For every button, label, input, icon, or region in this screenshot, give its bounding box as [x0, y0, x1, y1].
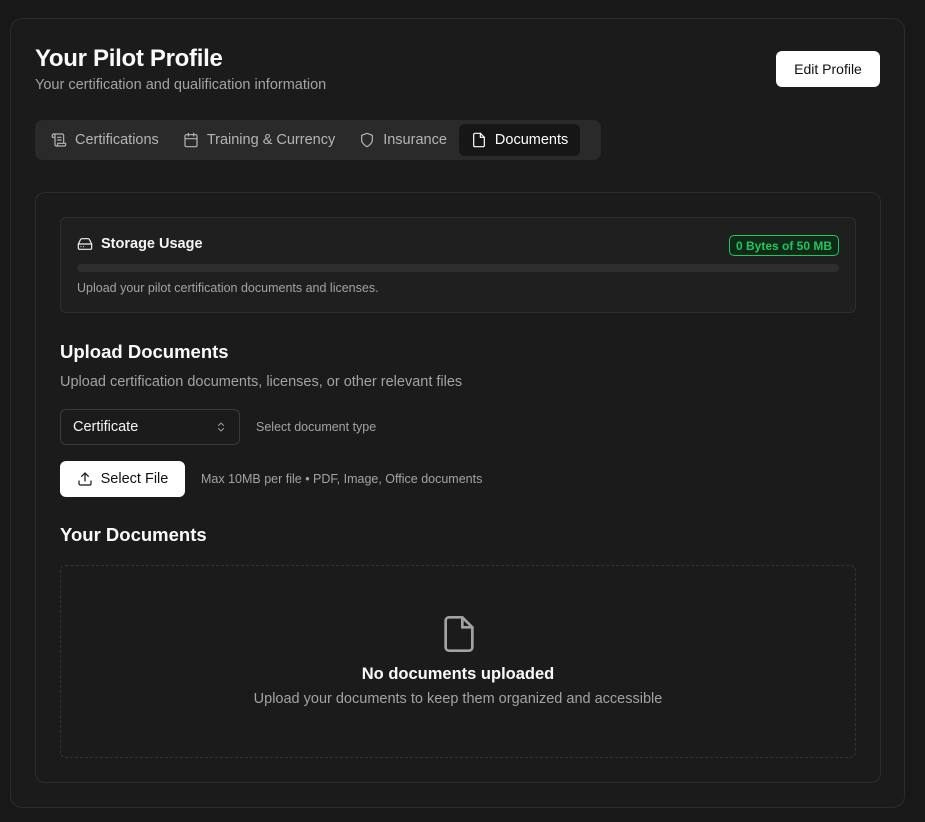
page-subtitle: Your certification and qualification inf…: [35, 77, 327, 93]
hard-drive-icon: [77, 238, 93, 250]
file-icon: [472, 132, 485, 148]
edit-profile-button[interactable]: Edit Profile: [776, 51, 880, 87]
storage-title-label: Storage Usage: [101, 236, 203, 252]
empty-file-icon: [439, 614, 479, 654]
documents-section-title: Your Documents: [60, 524, 207, 545]
calendar-icon: [184, 132, 198, 148]
tab-label: Documents: [494, 132, 569, 148]
upload-section-subtitle: Upload certification documents, licenses…: [60, 374, 463, 390]
scroll-icon: [51, 133, 67, 147]
upload-icon: [78, 472, 92, 486]
tab-documents[interactable]: Documents: [458, 124, 581, 156]
document-type-value: Certificate: [73, 419, 139, 435]
profile-tabs: Certifications Training & Currency Insur…: [35, 120, 601, 160]
document-type-select[interactable]: Certificate: [60, 409, 240, 445]
tab-label: Insurance: [383, 132, 447, 148]
storage-usage-card: Storage Usage 0 Bytes of 50 MB Upload yo…: [60, 217, 856, 313]
tab-certifications[interactable]: Certifications: [39, 124, 171, 156]
empty-state-title: No documents uploaded: [361, 665, 555, 683]
chevrons-up-down-icon: [218, 422, 224, 432]
empty-state-subtitle: Upload your documents to keep them organ…: [253, 691, 663, 707]
storage-progress-bar: [77, 264, 839, 272]
shield-icon: [361, 132, 374, 148]
upload-section-title: Upload Documents: [60, 341, 229, 362]
storage-title: Storage Usage: [77, 236, 203, 252]
document-type-hint: Select document type: [256, 420, 377, 434]
tab-insurance[interactable]: Insurance: [347, 124, 459, 156]
select-file-button[interactable]: Select File: [60, 461, 185, 497]
file-limits-hint: Max 10MB per file • PDF, Image, Office d…: [201, 472, 483, 486]
select-file-label: Select File: [100, 471, 169, 487]
pilot-profile-card: Your Pilot Profile Your certification an…: [10, 18, 905, 808]
tab-training-currency[interactable]: Training & Currency: [171, 124, 347, 156]
tab-label: Training & Currency: [206, 132, 336, 148]
storage-badge: 0 Bytes of 50 MB: [728, 235, 839, 256]
documents-empty-state: No documents uploaded Upload your docume…: [60, 565, 856, 758]
documents-panel: Storage Usage 0 Bytes of 50 MB Upload yo…: [35, 192, 881, 783]
page-title: Your Pilot Profile: [35, 45, 223, 72]
tab-label: Certifications: [75, 132, 159, 148]
storage-note: Upload your pilot certification document…: [77, 281, 379, 295]
